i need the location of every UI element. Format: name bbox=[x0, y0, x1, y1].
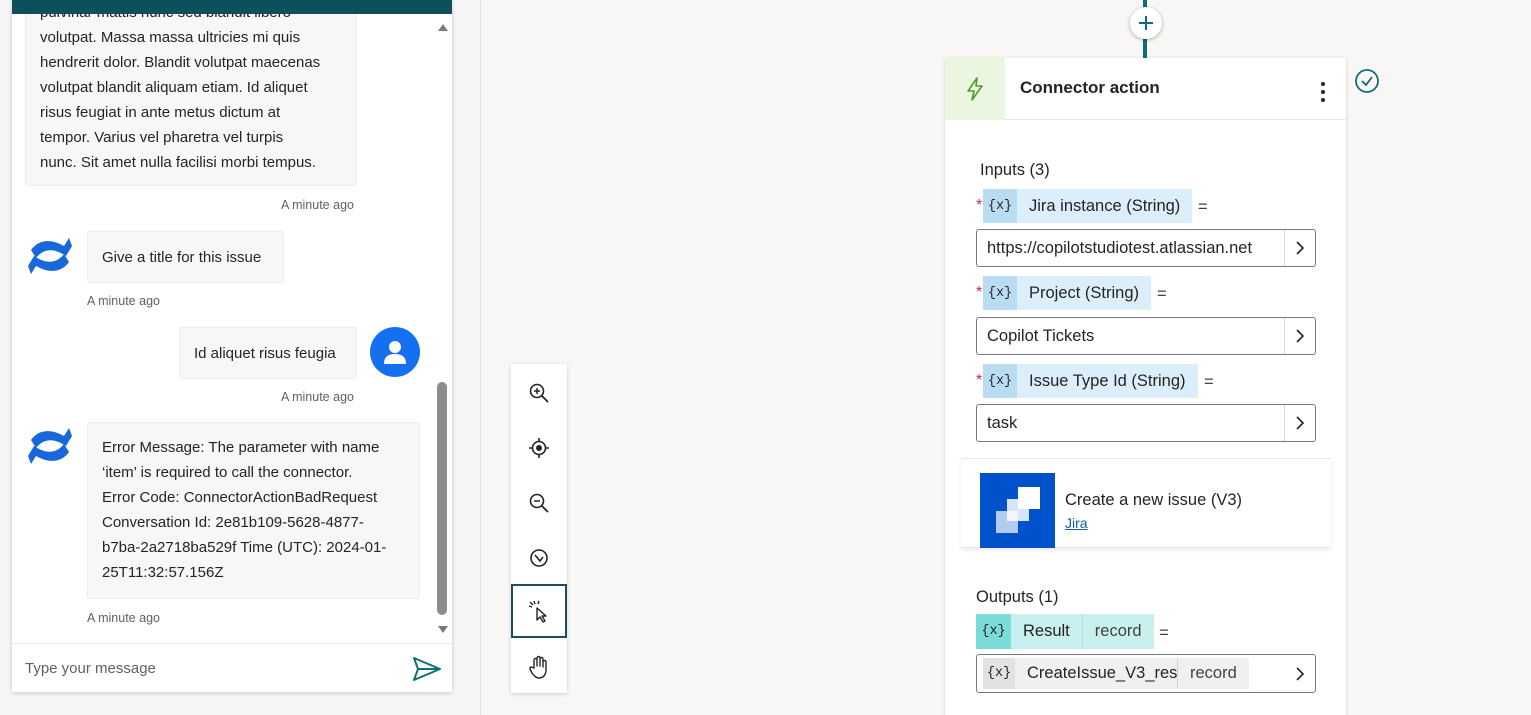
select-button[interactable] bbox=[511, 584, 567, 638]
variable-icon: {x} bbox=[976, 614, 1011, 649]
node-header: Connector action bbox=[945, 58, 1346, 120]
pan-button[interactable] bbox=[511, 640, 567, 694]
confluence-bot-avatar-icon bbox=[28, 428, 72, 464]
message-input[interactable] bbox=[12, 644, 402, 692]
input-variable-chip: {x} Issue Type Id (String) bbox=[983, 364, 1198, 398]
connector-card[interactable]: Create a new issue (V3) Jira bbox=[961, 458, 1331, 548]
jira-icon bbox=[995, 486, 1040, 533]
jira-instance-field[interactable]: https://copilotstudiotest.atlassian.net bbox=[976, 229, 1316, 267]
connector-action-name: Create a new issue (V3) bbox=[1065, 491, 1242, 509]
minimap-icon bbox=[530, 549, 548, 567]
zoom-in-icon bbox=[529, 383, 549, 403]
chat-header bbox=[12, 0, 452, 14]
equals-sign: = bbox=[1198, 198, 1208, 216]
plus-icon bbox=[1139, 16, 1153, 30]
output-type: record bbox=[1081, 614, 1154, 649]
user-avatar bbox=[370, 327, 420, 377]
zoom-out-icon bbox=[529, 493, 549, 513]
chevron-right-icon[interactable] bbox=[1284, 405, 1315, 441]
check-circle-icon bbox=[1355, 69, 1379, 93]
minimap-button[interactable] bbox=[511, 531, 567, 585]
user-message: Id aliquet risus feugia bbox=[179, 327, 357, 379]
more-dots-icon bbox=[1321, 82, 1325, 86]
equals-sign: = bbox=[1157, 285, 1167, 303]
bot-message: Give a title for this issue bbox=[87, 231, 284, 283]
field-value: Copilot Tickets bbox=[987, 327, 1095, 345]
test-chat-panel: pulvinar mattis nunc sed blandit libero … bbox=[12, 0, 452, 692]
pan-icon bbox=[529, 655, 547, 679]
input-variable-chip: {x} Jira instance (String) bbox=[983, 189, 1193, 223]
output-value-field[interactable]: {x} CreateIssue_V3_response record bbox=[976, 654, 1316, 693]
issue-type-field[interactable]: task bbox=[976, 404, 1316, 442]
confluence-bot-avatar-icon bbox=[28, 238, 72, 274]
field-value: https://copilotstudiotest.atlassian.net bbox=[987, 239, 1253, 257]
variable-icon: {x} bbox=[983, 276, 1017, 310]
zoom-out-button[interactable] bbox=[511, 476, 567, 530]
scroll-thumb[interactable] bbox=[437, 382, 447, 615]
message-timestamp: A minute ago bbox=[281, 198, 354, 212]
scroll-down-arrow-icon[interactable] bbox=[438, 626, 448, 633]
required-marker: * bbox=[976, 197, 983, 214]
bot-error-message: Error Message: The parameter with name ‘… bbox=[87, 422, 420, 599]
project-field[interactable]: Copilot Tickets bbox=[976, 317, 1316, 355]
add-node-button[interactable] bbox=[1130, 7, 1162, 39]
node-icon-container bbox=[945, 58, 1005, 120]
output-value-type: record bbox=[1177, 658, 1249, 689]
bot-message: pulvinar mattis nunc sed blandit libero … bbox=[25, 14, 357, 186]
equals-sign: = bbox=[1204, 373, 1214, 391]
required-marker: * bbox=[976, 284, 983, 301]
scroll-up-arrow-icon[interactable] bbox=[438, 24, 448, 31]
chevron-right-icon[interactable] bbox=[1284, 230, 1315, 266]
fit-view-button[interactable] bbox=[511, 421, 567, 475]
output-name: Result bbox=[1011, 614, 1082, 649]
lightning-icon bbox=[967, 77, 983, 101]
chevron-right-icon[interactable] bbox=[1284, 318, 1315, 354]
variable-icon: {x} bbox=[983, 364, 1017, 398]
chat-scrollbar[interactable] bbox=[436, 14, 450, 643]
required-marker: * bbox=[976, 372, 983, 389]
variable-icon: {x} bbox=[983, 189, 1017, 223]
input-name: Issue Type Id (String) bbox=[1017, 364, 1198, 398]
inputs-heading: Inputs (3) bbox=[980, 161, 1050, 179]
chat-transcript[interactable]: pulvinar mattis nunc sed blandit libero … bbox=[12, 14, 452, 643]
zoom-in-button[interactable] bbox=[511, 366, 567, 420]
jira-logo bbox=[980, 473, 1055, 548]
node-more-options-button[interactable] bbox=[1313, 80, 1333, 104]
input-variable-chip: {x} Project (String) bbox=[983, 276, 1152, 310]
fit-view-icon bbox=[529, 438, 549, 458]
person-icon bbox=[384, 341, 406, 364]
connector-link[interactable]: Jira bbox=[1065, 515, 1088, 531]
chevron-right-icon[interactable] bbox=[1284, 655, 1315, 692]
select-icon bbox=[528, 600, 547, 623]
send-icon[interactable] bbox=[412, 656, 442, 682]
canvas-toolbar bbox=[511, 364, 567, 693]
node-title: Connector action bbox=[1020, 78, 1160, 97]
output-value-name: CreateIssue_V3_response bbox=[1027, 664, 1177, 682]
variable-icon: {x} bbox=[983, 658, 1015, 689]
field-value: task bbox=[987, 414, 1018, 432]
message-timestamp: A minute ago bbox=[87, 611, 160, 625]
message-composer bbox=[12, 643, 452, 692]
input-name: Project (String) bbox=[1017, 276, 1152, 310]
equals-sign: = bbox=[1159, 624, 1169, 642]
connector-action-node[interactable]: Connector action Inputs (3) * {x} Jira i… bbox=[945, 58, 1346, 715]
message-timestamp: A minute ago bbox=[281, 390, 354, 404]
outputs-heading: Outputs (1) bbox=[976, 588, 1059, 606]
output-variable-chip: {x} Result record bbox=[976, 614, 1154, 649]
output-value-chip: {x} CreateIssue_V3_response record bbox=[983, 658, 1249, 689]
message-timestamp: A minute ago bbox=[87, 294, 160, 308]
input-name: Jira instance (String) bbox=[1017, 189, 1193, 223]
